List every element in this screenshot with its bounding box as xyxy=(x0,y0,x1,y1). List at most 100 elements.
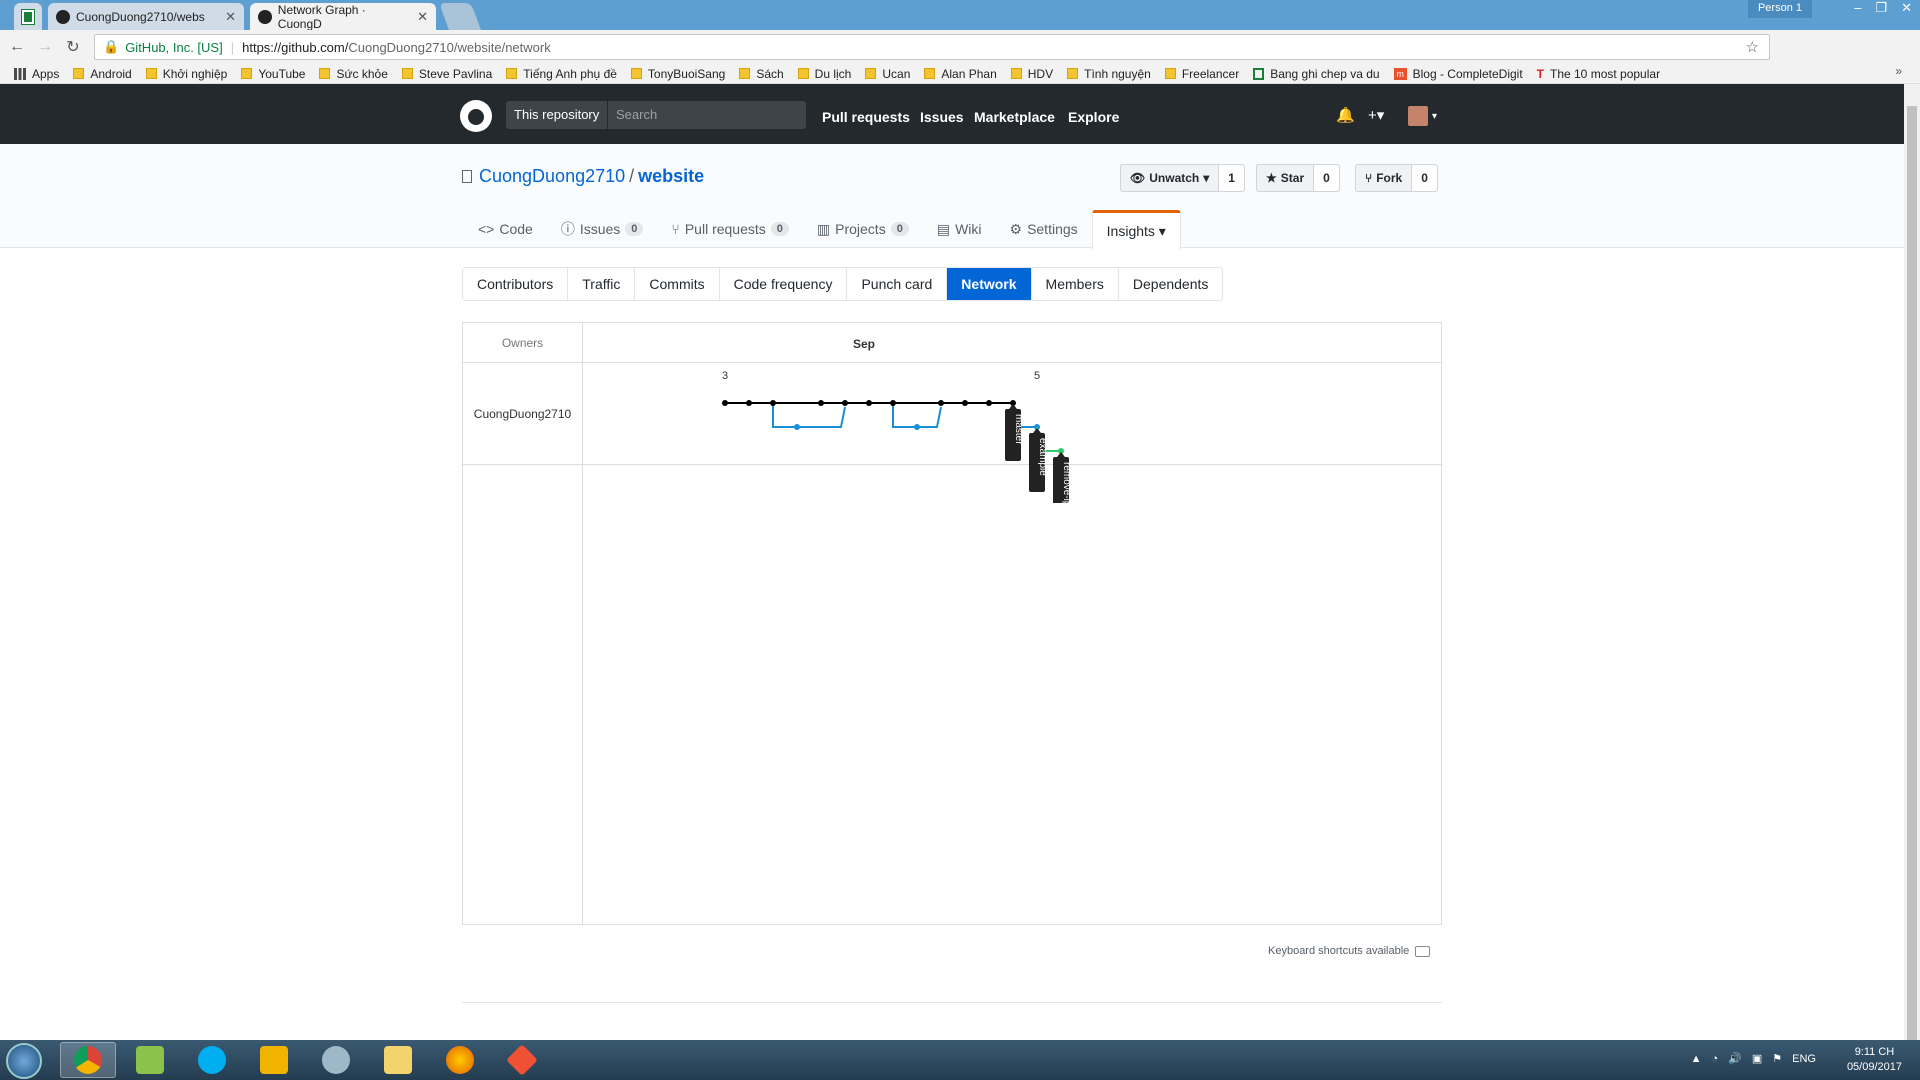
watch-count[interactable]: 1 xyxy=(1219,165,1244,191)
close-window-icon[interactable]: ✕ xyxy=(1901,0,1912,16)
bookmark-item[interactable]: Alan Phan xyxy=(924,67,997,81)
close-icon[interactable]: ✕ xyxy=(225,9,236,25)
commit-dot xyxy=(914,424,920,430)
taskbar-paint[interactable] xyxy=(308,1042,364,1078)
subtab-members[interactable]: Members xyxy=(1032,268,1119,300)
book-icon: ▤ xyxy=(936,220,951,237)
owner-name: CuongDuong2710 xyxy=(463,363,582,465)
bookmark-item[interactable]: Khởi nghiệp xyxy=(145,67,227,81)
tab-pull-requests[interactable]: ⑂ Pull requests 0 xyxy=(657,210,802,248)
action-center-icon[interactable]: ▣ xyxy=(1752,1052,1762,1065)
network-icon[interactable]: ◔ xyxy=(1712,1053,1719,1065)
volume-icon[interactable]: 🔊 xyxy=(1728,1052,1742,1065)
search-input[interactable]: Search xyxy=(608,101,806,129)
bookmark-item[interactable]: Tiếng Anh phụ đề xyxy=(506,67,617,81)
plus-dropdown[interactable]: +▾ xyxy=(1368,106,1384,124)
code-icon: <> xyxy=(478,221,495,237)
bookmark-item[interactable]: T The 10 most popular xyxy=(1537,67,1660,81)
chevron-down-icon[interactable]: ▾ xyxy=(1432,111,1437,122)
close-icon[interactable]: ✕ xyxy=(417,9,428,25)
taskbar-chrome[interactable] xyxy=(60,1042,116,1078)
bookmark-item[interactable]: Du lịch xyxy=(797,67,851,81)
bookmark-item[interactable]: Freelancer xyxy=(1164,67,1239,81)
nav-pull-requests[interactable]: Pull requests xyxy=(822,109,910,125)
bookmark-item[interactable]: Sức khỏe xyxy=(319,67,388,81)
profile-button[interactable]: Person 1 xyxy=(1747,0,1812,18)
fork-count[interactable]: 0 xyxy=(1412,165,1437,191)
bookmark-item[interactable]: TonyBuoiSang xyxy=(630,67,725,81)
sheets-icon xyxy=(1253,67,1265,80)
tab-code[interactable]: <> Code xyxy=(464,210,547,248)
taskbar-skype[interactable] xyxy=(184,1042,240,1078)
network-graph[interactable]: Owners CuongDuong2710 Sep 3 5 master exampl… xyxy=(462,322,1442,925)
minimize-icon[interactable]: – xyxy=(1854,0,1861,16)
repo-link[interactable]: website xyxy=(638,166,704,186)
fork-button[interactable]: ⑂ Fork 0 xyxy=(1355,164,1438,192)
reload-icon[interactable]: ↻ xyxy=(62,37,84,57)
month-label: Sep xyxy=(853,337,876,351)
subtab-code-frequency[interactable]: Code frequency xyxy=(720,268,848,300)
tab-projects[interactable]: ▥ Projects 0 xyxy=(803,210,923,248)
star-count[interactable]: 0 xyxy=(1314,165,1339,191)
bookmark-item[interactable]: HDV xyxy=(1010,67,1053,81)
subtab-commits[interactable]: Commits xyxy=(635,268,720,300)
tab-network-graph[interactable]: Network Graph · CuongD ✕ xyxy=(250,2,436,31)
tab-label: CuongDuong2710/webs xyxy=(76,9,205,24)
watch-button[interactable]: 👁 Unwatch ▾ 1 xyxy=(1120,164,1245,192)
scrollbar-thumb[interactable] xyxy=(1907,106,1917,1046)
tab-repo[interactable]: CuongDuong2710/webs ✕ xyxy=(48,3,244,30)
taskbar-app[interactable] xyxy=(246,1042,302,1078)
restore-icon[interactable]: ❐ xyxy=(1875,0,1887,16)
bookmark-item[interactable]: Apps xyxy=(14,67,59,81)
flag-icon[interactable]: ⚑ xyxy=(1772,1052,1782,1065)
tray-expand-icon[interactable]: ▲ xyxy=(1691,1053,1702,1065)
owner-link[interactable]: CuongDuong2710 xyxy=(479,166,625,186)
bookmark-item[interactable]: Steve Pavlina xyxy=(401,67,492,81)
keyboard-hint[interactable]: Keyboard shortcuts available xyxy=(1268,945,1431,957)
subtab-network[interactable]: Network xyxy=(947,268,1032,300)
start-button[interactable] xyxy=(6,1043,42,1079)
tab-insights[interactable]: Insights ▾ xyxy=(1091,210,1181,250)
nav-explore[interactable]: Explore xyxy=(1068,109,1119,125)
repo-header: CuongDuong2710/website 👁 Unwatch ▾ 1 ★ Star… xyxy=(0,144,1904,250)
tab-sheets[interactable] xyxy=(14,3,42,30)
github-logo-icon[interactable] xyxy=(460,100,492,132)
bookmark-item[interactable]: Ucan xyxy=(865,67,910,81)
bookmark-item[interactable]: Sách xyxy=(739,67,784,81)
language-indicator[interactable]: ENG xyxy=(1792,1053,1816,1065)
bookmark-item[interactable]: Android xyxy=(73,67,132,81)
tab-issues[interactable]: ⓘ Issues 0 xyxy=(547,210,658,248)
bookmark-item[interactable]: Tình nguyện xyxy=(1067,67,1151,81)
scrollbar[interactable] xyxy=(1904,84,1920,1046)
bookmark-item[interactable]: m Blog - CompleteDigit xyxy=(1393,67,1523,81)
search-scope[interactable]: This repository xyxy=(506,101,609,129)
back-icon[interactable]: ← xyxy=(6,38,28,56)
bookmark-star-icon[interactable]: ☆ xyxy=(1746,38,1759,56)
subtab-traffic[interactable]: Traffic xyxy=(568,268,636,300)
avatar[interactable] xyxy=(1408,106,1428,126)
subtab-contributors[interactable]: Contributors xyxy=(463,268,569,300)
address-bar[interactable]: 🔒 GitHub, Inc. [US] | https://github.com… xyxy=(94,34,1770,60)
tab-wiki[interactable]: ▤ Wiki xyxy=(923,210,996,248)
subtab-dependents[interactable]: Dependents xyxy=(1119,268,1223,300)
bell-icon[interactable]: 🔔 xyxy=(1336,106,1355,124)
taskbar-explorer[interactable] xyxy=(370,1042,426,1078)
taskbar-firefox[interactable] xyxy=(432,1042,488,1078)
new-tab-button[interactable] xyxy=(439,3,481,30)
taskbar-git[interactable] xyxy=(494,1042,550,1078)
bookmarks-overflow-icon[interactable]: » xyxy=(1895,64,1902,78)
bookmark-item[interactable]: YouTube xyxy=(241,67,305,81)
forward-icon[interactable]: → xyxy=(34,38,56,56)
issue-icon: ⓘ xyxy=(560,221,575,237)
nav-marketplace[interactable]: Marketplace xyxy=(974,109,1055,125)
tab-settings[interactable]: ⚙ Settings xyxy=(996,210,1092,248)
firefox-icon xyxy=(446,1046,474,1074)
subtab-punch-card[interactable]: Punch card xyxy=(847,268,948,300)
nav-issues[interactable]: Issues xyxy=(920,109,964,125)
star-button[interactable]: ★ Star 0 xyxy=(1256,164,1340,192)
taskbar-sheets[interactable] xyxy=(122,1042,178,1078)
commit-graph[interactable]: 3 5 master example remove-ipsum xyxy=(583,363,1441,503)
clock[interactable]: 9:11 CH 05/09/2017 xyxy=(1847,1045,1902,1075)
tab-label: Network Graph · CuongD xyxy=(277,2,366,31)
bookmark-item[interactable]: Bang ghi chep va du xyxy=(1253,67,1380,81)
